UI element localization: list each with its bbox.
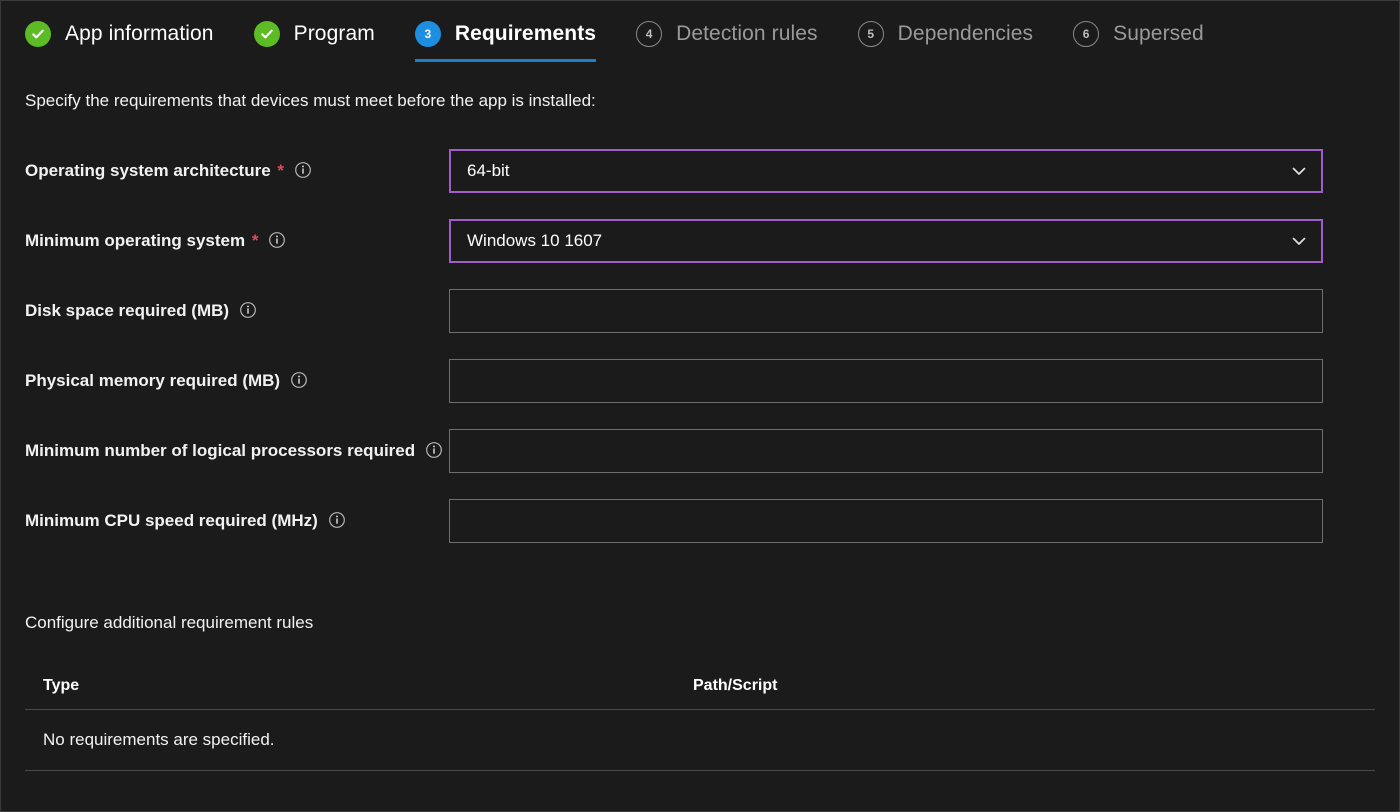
info-icon[interactable] bbox=[290, 371, 308, 389]
requirements-form: Operating system architecture * 64-bit Min… bbox=[25, 149, 1399, 569]
info-icon[interactable] bbox=[239, 301, 257, 319]
table-empty-row: No requirements are specified. bbox=[43, 730, 275, 749]
field-label: Minimum CPU speed required (MHz) bbox=[25, 499, 449, 533]
chevron-down-icon bbox=[1292, 167, 1306, 175]
field-label-text: Minimum operating system bbox=[25, 231, 246, 250]
dropdown-selected-value: 64-bit bbox=[467, 161, 510, 180]
field-label: Disk space required (MB) bbox=[25, 289, 449, 323]
info-icon[interactable] bbox=[294, 161, 312, 179]
wizard-tab-dependencies[interactable]: 5 Dependencies bbox=[857, 1, 1034, 59]
form-row: Physical memory required (MB) bbox=[25, 359, 1399, 403]
field-label-text: Physical memory required (MB) bbox=[25, 371, 281, 390]
required-asterisk: * bbox=[251, 231, 259, 250]
check-icon bbox=[25, 21, 51, 47]
field-label-text: Minimum number of logical processors req… bbox=[25, 441, 416, 460]
step-number-badge-4: 4 bbox=[636, 21, 663, 47]
wizard-tab-label: App information bbox=[65, 22, 214, 45]
active-tab-underline bbox=[414, 59, 597, 62]
step-number-badge-5: 5 bbox=[857, 21, 884, 47]
table-divider-bottom bbox=[25, 770, 1375, 771]
dropdown-minimum-operating-system[interactable]: Windows 10 1607 bbox=[449, 219, 1323, 263]
input-minimum-cpu-speed-required-mhz-[interactable] bbox=[449, 499, 1323, 543]
requirements-wizard-page: App information Program 3 Requirements 4 Dete… bbox=[0, 0, 1400, 812]
requirement-rules-table: Type Path/Script No requirements are spe… bbox=[25, 677, 1375, 771]
wizard-tab-label: Detection rules bbox=[676, 22, 818, 45]
form-row: Disk space required (MB) bbox=[25, 289, 1399, 333]
wizard-tab-label: Requirements bbox=[454, 22, 597, 45]
input-physical-memory-required-mb-[interactable] bbox=[449, 359, 1323, 403]
chevron-down-icon bbox=[1292, 237, 1306, 245]
step-number-badge-6: 6 bbox=[1073, 21, 1100, 47]
field-label: Minimum number of logical processors req… bbox=[25, 429, 449, 463]
field-label-text: Minimum CPU speed required (MHz) bbox=[25, 511, 318, 530]
additional-rules-heading: Configure additional requirement rules bbox=[25, 613, 314, 632]
form-row: Minimum number of logical processors req… bbox=[25, 429, 1399, 473]
column-header-path-script: Path/Script bbox=[693, 677, 778, 694]
form-row: Minimum CPU speed required (MHz) bbox=[25, 499, 1399, 543]
info-icon[interactable] bbox=[425, 441, 443, 459]
input-disk-space-required-mb-[interactable] bbox=[449, 289, 1323, 333]
wizard-tab-requirements[interactable]: 3 Requirements bbox=[414, 1, 597, 62]
form-row: Minimum operating system * Windows 10 160… bbox=[25, 219, 1399, 263]
wizard-tab-app-information[interactable]: App information bbox=[25, 1, 214, 59]
field-label-text: Disk space required (MB) bbox=[25, 301, 230, 320]
field-label: Physical memory required (MB) bbox=[25, 359, 449, 393]
dropdown-operating-system-architecture[interactable]: 64-bit bbox=[449, 149, 1323, 193]
field-label-text: Operating system architecture bbox=[25, 161, 271, 180]
wizard-tab-detection-rules[interactable]: 4 Detection rules bbox=[636, 1, 818, 59]
check-icon bbox=[253, 21, 280, 47]
field-label: Minimum operating system * bbox=[25, 219, 449, 253]
wizard-tab-label: Program bbox=[293, 22, 375, 45]
table-header-row: Type Path/Script bbox=[25, 677, 1375, 709]
info-icon[interactable] bbox=[268, 231, 286, 249]
required-asterisk: * bbox=[277, 161, 285, 180]
wizard-tab-label: Supersed bbox=[1113, 22, 1204, 45]
input-minimum-number-of-logical-processors-required[interactable] bbox=[449, 429, 1323, 473]
page-intro-text: Specify the requirements that devices mu… bbox=[25, 91, 596, 110]
step-number-badge-3: 3 bbox=[414, 21, 441, 47]
column-header-type: Type bbox=[43, 677, 80, 694]
form-row: Operating system architecture * 64-bit bbox=[25, 149, 1399, 193]
wizard-tab-program[interactable]: Program bbox=[253, 1, 375, 59]
info-icon[interactable] bbox=[328, 511, 346, 529]
wizard-tab-supersed[interactable]: 6 Supersed bbox=[1073, 1, 1204, 59]
wizard-tab-label: Dependencies bbox=[897, 22, 1034, 45]
dropdown-selected-value: Windows 10 1607 bbox=[467, 231, 603, 250]
field-label: Operating system architecture * bbox=[25, 149, 449, 183]
wizard-tabbar: App information Program 3 Requirements 4 Dete… bbox=[1, 1, 1399, 69]
